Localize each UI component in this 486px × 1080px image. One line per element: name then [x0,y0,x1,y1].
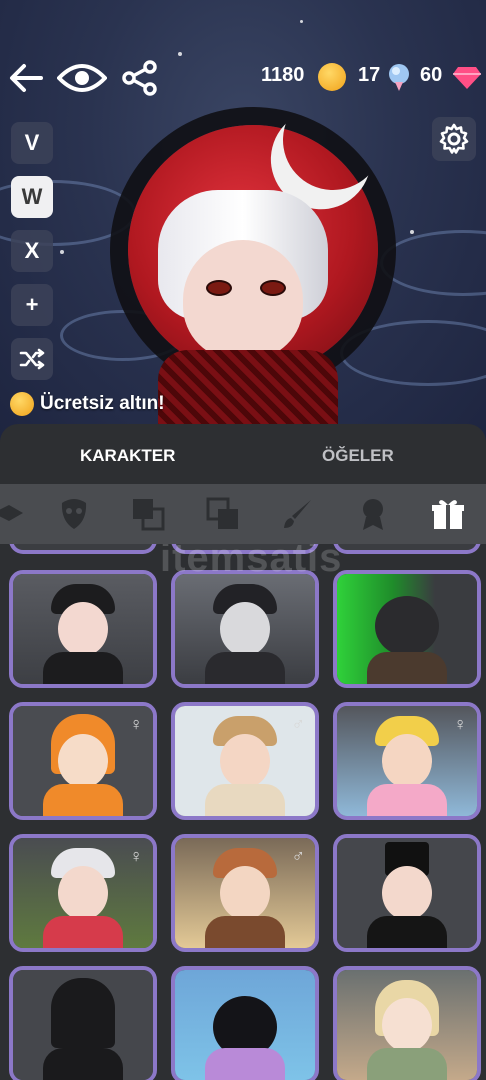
grid-item-lion-costume[interactable]: ♀ [9,702,157,820]
gear-icon [439,123,469,154]
pose-x-button[interactable]: X [11,230,53,272]
grid-item-priest-wings[interactable] [9,570,157,688]
category-brush[interactable] [280,496,316,532]
item-grid: ♀ ♂ ♀ ♀ ♂ itemsatis [0,544,486,1080]
grid-item-partial[interactable] [333,544,481,554]
grid-item-swat-soldier[interactable] [9,966,157,1080]
avatar-right-eye [260,280,286,296]
gold-coin-icon [318,63,346,91]
gender-female-icon: ♀ [453,714,468,734]
eye-icon [57,64,107,92]
grid-item-mustache-gentleman[interactable] [333,834,481,952]
grid-item-masked-knight[interactable] [171,570,319,688]
pose-v-button[interactable]: V [11,122,53,164]
layers-icon [133,499,165,531]
gender-female-icon: ♀ [129,846,144,866]
free-gold-label: Ücretsiz altın! [40,393,165,414]
preview-button[interactable] [56,56,108,100]
blue-gem-icon [389,64,409,91]
gender-male-icon: ♂ [291,846,306,866]
arrow-left-icon [10,64,43,92]
share-button[interactable] [120,58,160,98]
grid-item-cafe-kid[interactable]: ♂ [171,834,319,952]
brush-icon [284,500,311,528]
category-gift[interactable] [430,496,466,532]
avatar-preview: 1180 17 60 V W X + Ücretsiz altın! [0,0,486,440]
red-diamond-icon [453,67,481,89]
blue-gem-count: 17 [358,64,381,86]
grid-item-sick-kid[interactable]: ♀ [333,702,481,820]
gender-female-icon: ♀ [129,714,144,734]
layers-alt-icon [206,497,238,529]
red-gem-count: 60 [420,64,443,86]
grid-item-black-cat[interactable] [171,966,319,1080]
tab-karakter[interactable]: KARAKTER [80,446,175,466]
grid-item-werewolf[interactable] [333,570,481,688]
add-button[interactable]: + [11,284,53,326]
gold-count: 1180 [261,64,305,86]
tab-bar: KARAKTER ÖĞELER [0,424,486,484]
shuffle-button[interactable] [11,338,53,380]
shuffle-icon [19,348,45,370]
free-gold-button[interactable]: Ücretsiz altın! [10,392,165,416]
category-layers[interactable] [130,496,166,532]
grid-item-watermelon-boy[interactable]: ♂ [171,702,319,820]
pose-w-button[interactable]: W [11,176,53,218]
watermark: itemsatis [160,544,343,580]
gender-male-icon: ♂ [291,714,306,734]
share-icon [122,60,157,96]
mask-icon [61,499,87,529]
tab-ogeler[interactable]: ÖĞELER [322,446,394,466]
clothing-icon [0,505,23,521]
character-avatar [88,95,408,440]
gold-coin-icon [10,392,34,416]
gift-icon [432,500,464,529]
back-button[interactable] [6,58,46,98]
category-mask[interactable] [56,496,92,532]
category-bar [0,484,486,544]
avatar-face [183,240,303,360]
item-panel: KARAKTER ÖĞELER ♀ ♂ ♀ ♀ ♂ itemsatis [0,424,486,1080]
badge-icon [363,499,383,530]
category-clothing[interactable] [0,496,28,532]
category-badge[interactable] [355,496,391,532]
settings-button[interactable] [432,117,476,161]
grid-item-vintage-girl[interactable] [333,966,481,1080]
grid-item-grandma-dogs[interactable]: ♀ [9,834,157,952]
grid-item-partial[interactable] [9,544,157,554]
category-layers-alt[interactable] [205,496,241,532]
avatar-left-eye [206,280,232,296]
